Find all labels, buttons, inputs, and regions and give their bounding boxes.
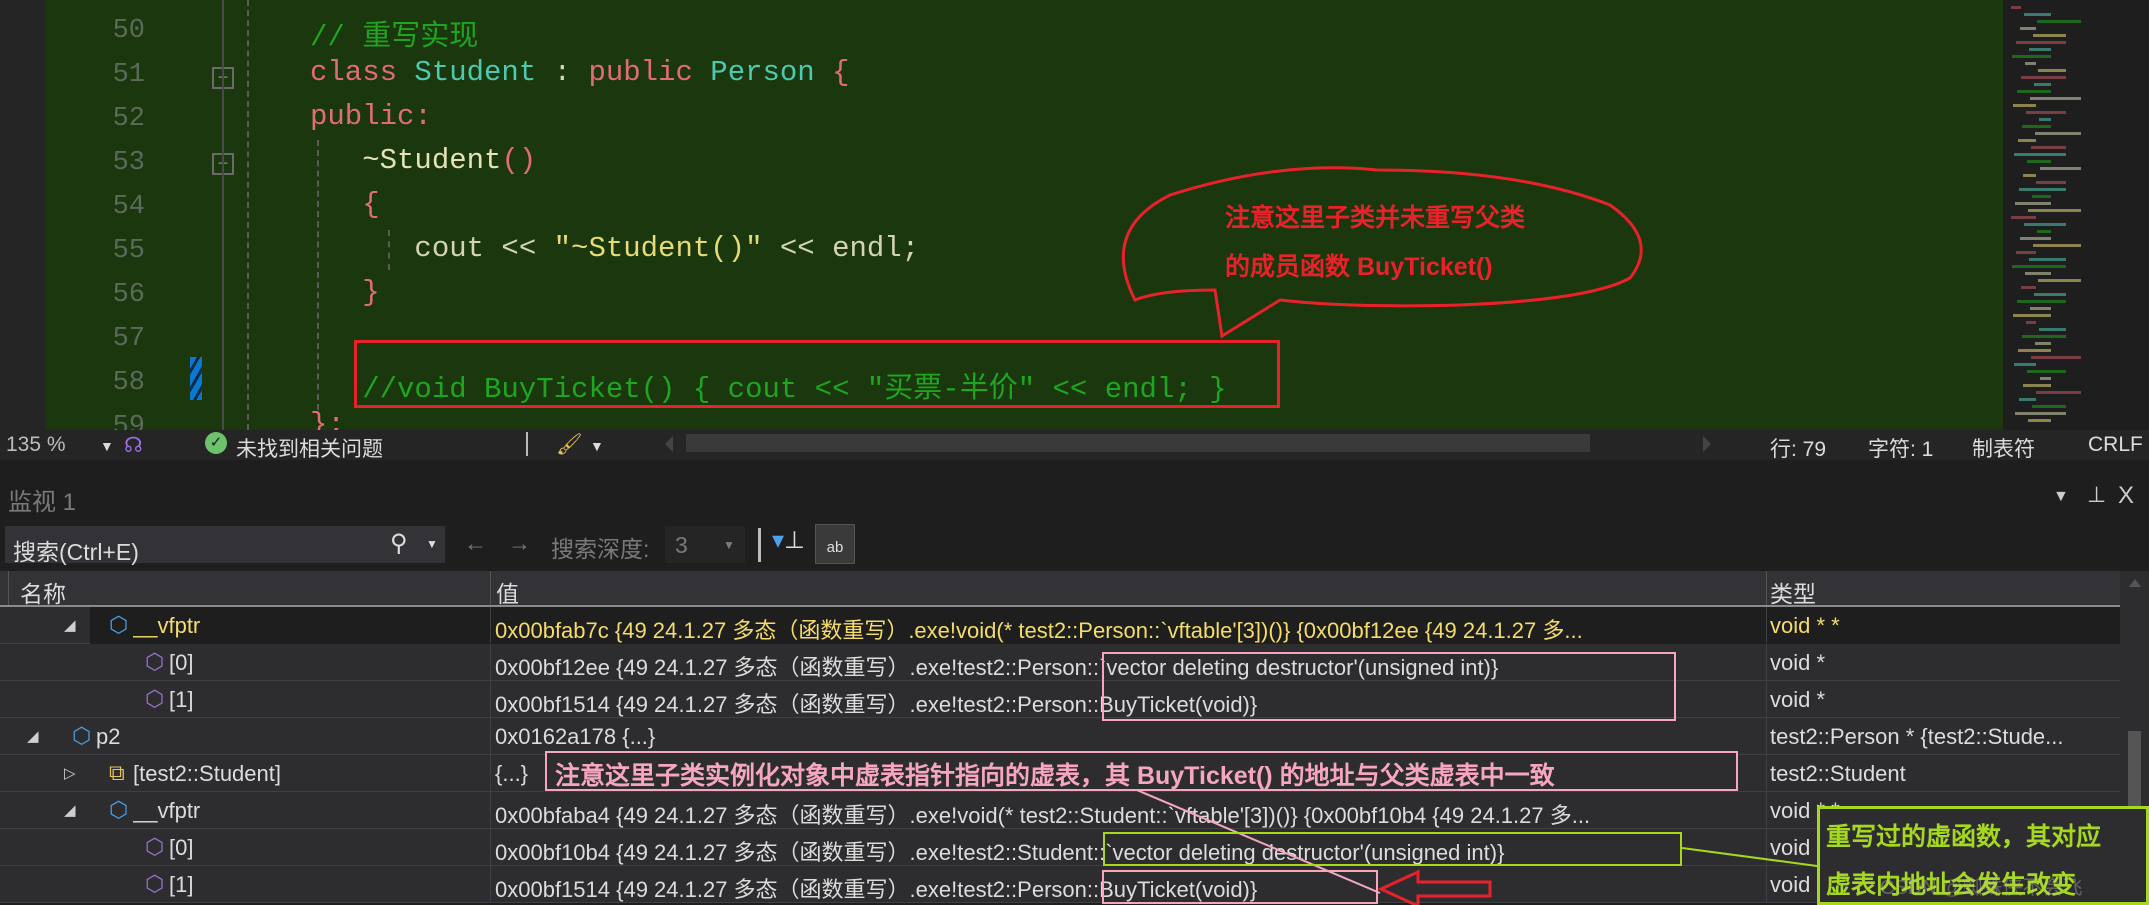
green-note-box: 重写过的虚函数，其对应 虚表内地址会发生改变 CSDN @蜘蛛侠不会飞 bbox=[1817, 806, 2149, 905]
highlight-box-parent-vtable bbox=[1102, 652, 1676, 721]
green-pointer-line bbox=[1681, 847, 1818, 867]
watermark: CSDN @蜘蛛侠不会飞 bbox=[1880, 877, 2083, 899]
highlight-box-commented-method bbox=[354, 340, 1280, 408]
callout-text-1: 注意这里子类并未重写父类 bbox=[1225, 204, 1526, 232]
highlight-box-buyticket bbox=[1102, 870, 1378, 904]
pink-note-text: 注意这里子类实例化对象中虚表指针指向的虚表，其 BuyTicket() 的地址与… bbox=[555, 762, 1555, 790]
highlight-box-overridden bbox=[1103, 832, 1682, 866]
green-note-text-1: 重写过的虚函数，其对应 bbox=[1826, 823, 2102, 851]
red-arrow-icon bbox=[1377, 869, 1492, 905]
pink-note-box: 注意这里子类实例化对象中虚表指针指向的虚表，其 BuyTicket() 的地址与… bbox=[545, 751, 1738, 791]
callout-text-2: 的成员函数 BuyTicket() bbox=[1225, 253, 1493, 281]
